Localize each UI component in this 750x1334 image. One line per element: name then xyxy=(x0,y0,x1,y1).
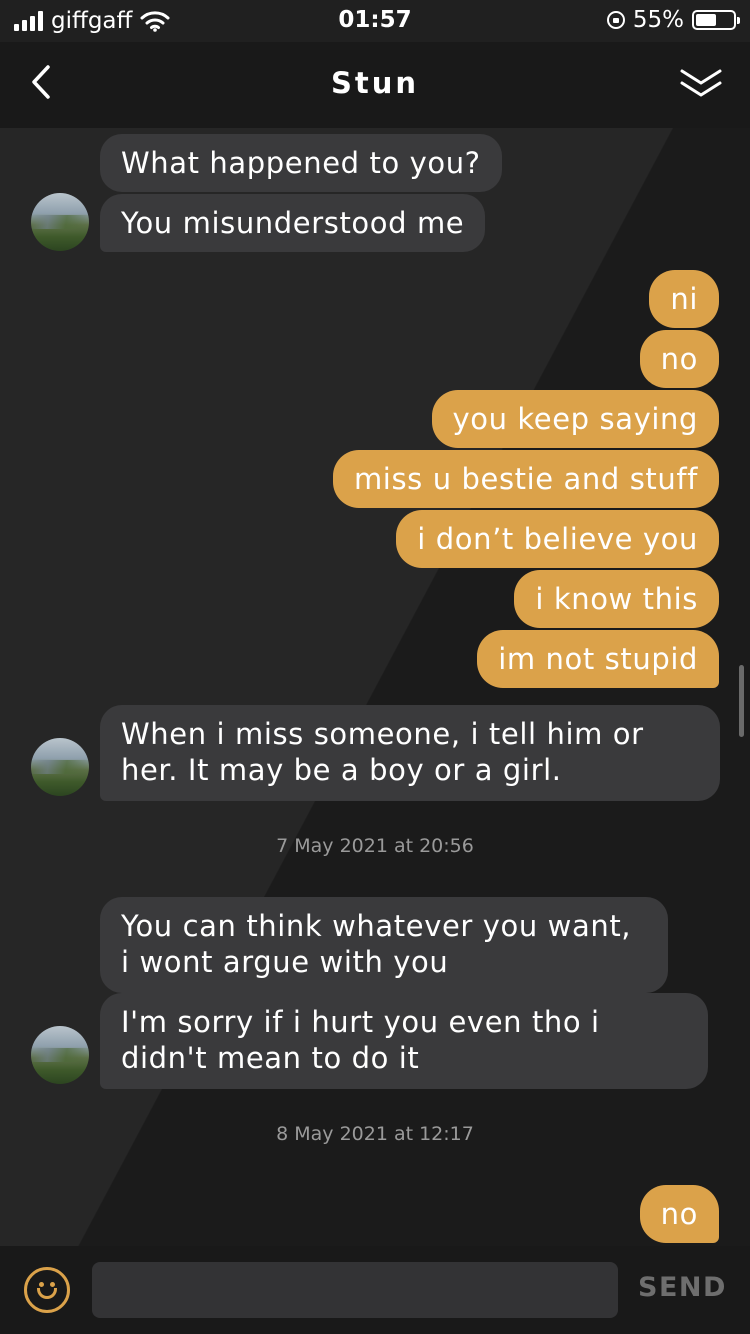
message-bubble[interactable]: i don’t believe you xyxy=(396,510,719,568)
message-bubble[interactable]: im not stupid xyxy=(477,630,719,688)
contact-avatar[interactable] xyxy=(31,738,89,796)
message-bubble[interactable]: no xyxy=(639,1185,719,1243)
status-right: 55% xyxy=(606,7,740,33)
message-timestamp: 7 May 2021 at 20:56 xyxy=(276,835,474,857)
message-bubble[interactable]: I'm sorry if i hurt you even tho i didn'… xyxy=(100,993,708,1089)
message-timestamp: 8 May 2021 at 12:17 xyxy=(276,1123,474,1145)
message-bubble[interactable]: miss u bestie and stuff xyxy=(332,450,719,508)
message-composer: SEND xyxy=(0,1246,750,1334)
message-bubble[interactable]: ni xyxy=(649,270,719,328)
message-bubble[interactable]: no xyxy=(639,330,719,388)
battery-icon xyxy=(692,10,740,30)
smiley-icon[interactable] xyxy=(24,1267,70,1313)
message-bubble[interactable]: you keep saying xyxy=(431,390,719,448)
message-bubble[interactable]: You can think whatever you want, i wont … xyxy=(100,897,668,993)
message-input[interactable] xyxy=(92,1262,618,1318)
send-button[interactable]: SEND xyxy=(638,1272,727,1303)
nav-bar: Stun xyxy=(0,42,750,128)
message-bubble[interactable]: When i miss someone, i tell him or her. … xyxy=(100,705,720,801)
message-bubble[interactable]: i know this xyxy=(514,570,719,628)
scrollbar[interactable] xyxy=(739,665,744,737)
message-list[interactable]: What happened to you? You misunderstood … xyxy=(0,128,750,1246)
orientation-lock-icon xyxy=(606,11,625,29)
status-bar: giffgaff 01:57 55% xyxy=(0,0,750,42)
message-bubble[interactable]: You misunderstood me xyxy=(100,194,486,252)
battery-percent: 55% xyxy=(632,7,684,33)
message-bubble[interactable]: What happened to you? xyxy=(100,134,502,192)
conversation-title[interactable]: Stun xyxy=(0,66,750,100)
battery-fill xyxy=(696,14,716,26)
contact-avatar[interactable] xyxy=(31,1026,89,1084)
contact-avatar[interactable] xyxy=(31,193,89,251)
double-chevron-down-icon[interactable] xyxy=(676,62,726,106)
